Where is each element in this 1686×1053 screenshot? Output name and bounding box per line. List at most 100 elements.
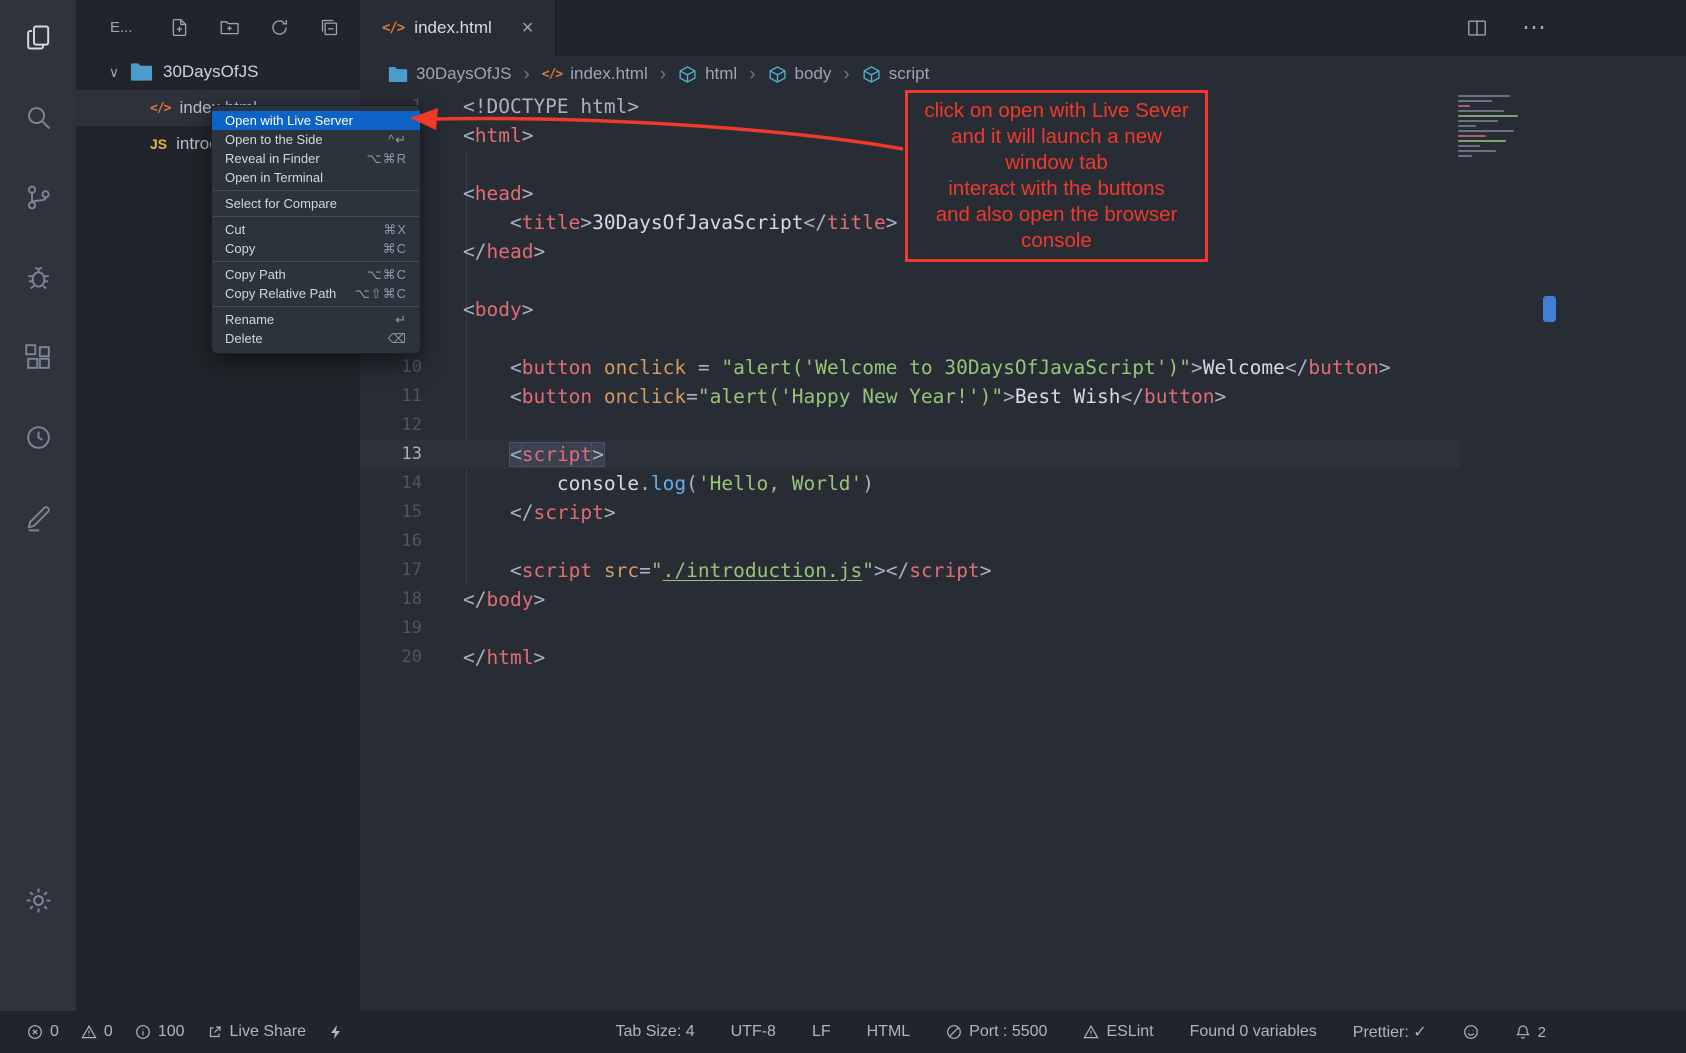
tree-folder-30daysofjs[interactable]: ∨ 30DaysOfJS xyxy=(76,54,360,90)
code-line-9[interactable]: 9 xyxy=(360,324,1460,353)
status-eslint[interactable]: ESLint xyxy=(1083,1023,1153,1041)
more-actions-icon[interactable]: ⋯ xyxy=(1522,16,1546,40)
code-token: < xyxy=(510,443,522,466)
breadcrumb-item-30daysofjs[interactable]: 30DaysOfJS xyxy=(388,64,511,84)
code-token xyxy=(463,385,510,408)
folder-icon xyxy=(130,62,153,82)
collapse-folders-icon[interactable] xyxy=(319,17,340,38)
menu-item-reveal-in-finder[interactable]: Reveal in Finder⌥⌘R xyxy=(212,149,420,168)
code-line-18[interactable]: 18</body> xyxy=(360,585,1460,614)
extensions-icon[interactable] xyxy=(23,342,54,373)
menu-item-label: Open to the Side xyxy=(225,132,323,147)
code-token: > xyxy=(1214,385,1226,408)
menu-item-delete[interactable]: Delete⌫ xyxy=(212,329,420,348)
breadcrumb-item-script[interactable]: script xyxy=(862,64,930,84)
minimap-line xyxy=(1458,155,1472,157)
code-text: console.log('Hello, World') xyxy=(422,469,874,498)
menu-item-label: Open in Terminal xyxy=(225,170,323,185)
breadcrumb-item-body[interactable]: body xyxy=(768,64,832,84)
menu-item-copy[interactable]: Copy⌘C xyxy=(212,239,420,258)
line-number: 10 xyxy=(360,353,422,382)
explorer-icon[interactable] xyxy=(23,22,54,53)
edit-pen-icon[interactable] xyxy=(23,502,54,533)
code-token xyxy=(592,356,604,379)
code-text: <body> xyxy=(422,295,533,324)
close-icon[interactable]: × xyxy=(522,18,534,38)
code-token: </ xyxy=(804,211,827,234)
code-line-8[interactable]: 8<body> xyxy=(360,295,1460,324)
tab-index-html[interactable]: </> index.html × xyxy=(360,0,556,56)
code-line-17[interactable]: 17 <script src="./introduction.js"></scr… xyxy=(360,556,1460,585)
settings-gear-icon[interactable] xyxy=(23,885,54,916)
menu-item-rename[interactable]: Rename↵ xyxy=(212,310,420,329)
split-editor-icon[interactable] xyxy=(1466,17,1488,39)
code-token: > xyxy=(604,501,616,524)
status-port-5500[interactable]: Port : 5500 xyxy=(946,1023,1047,1041)
status-tab-size-4[interactable]: Tab Size: 4 xyxy=(615,1023,694,1041)
breadcrumb-label: body xyxy=(795,64,832,84)
line-number: 20 xyxy=(360,643,422,672)
code-token xyxy=(592,385,604,408)
menu-item-open-with-live-server[interactable]: Open with Live Server xyxy=(212,111,420,130)
menu-item-copy-relative-path[interactable]: Copy Relative Path⌥⇧⌘C xyxy=(212,284,420,303)
code-token: > xyxy=(580,211,592,234)
code-token: onclick xyxy=(604,385,686,408)
run-debug-icon[interactable] xyxy=(23,262,54,293)
new-folder-icon[interactable] xyxy=(219,17,240,38)
code-line-14[interactable]: 14 console.log('Hello, World') xyxy=(360,469,1460,498)
code-token: "alert('Welcome to 30DaysOfJavaScript')" xyxy=(721,356,1191,379)
search-icon[interactable] xyxy=(23,102,54,133)
line-number: 11 xyxy=(360,382,422,411)
minimap-line xyxy=(1458,145,1480,147)
status-zap[interactable] xyxy=(328,1024,344,1040)
code-line-10[interactable]: 10 <button onclick = "alert('Welcome to … xyxy=(360,353,1460,382)
menu-item-open-in-terminal[interactable]: Open in Terminal xyxy=(212,168,420,187)
new-file-icon[interactable] xyxy=(169,17,190,38)
code-line-13[interactable]: 13 <script> xyxy=(360,440,1460,469)
code-token: = xyxy=(686,385,698,408)
status-100[interactable]: 100 xyxy=(135,1023,185,1041)
code-line-11[interactable]: 11 <button onclick="alert('Happy New Yea… xyxy=(360,382,1460,411)
source-control-icon[interactable] xyxy=(23,182,54,213)
menu-item-open-to-the-side[interactable]: Open to the Side ^↵ xyxy=(212,130,420,149)
symbol-icon xyxy=(862,65,881,84)
code-token: " xyxy=(651,559,663,582)
line-number: 13 xyxy=(360,440,422,469)
code-line-20[interactable]: 20</html> xyxy=(360,643,1460,672)
breadcrumb-item-index-html[interactable]: </>index.html xyxy=(542,64,648,84)
status-lf[interactable]: LF xyxy=(812,1023,831,1041)
menu-item-keybinding: ^↵ xyxy=(388,132,407,148)
scrollbar-marker[interactable] xyxy=(1543,296,1556,322)
code-token: title xyxy=(827,211,886,234)
menu-item-cut[interactable]: Cut⌘X xyxy=(212,220,420,239)
minimap[interactable] xyxy=(1458,95,1544,160)
status-prettier[interactable]: Prettier: ✓ xyxy=(1353,1022,1427,1042)
line-number: 17 xyxy=(360,556,422,585)
status-live-share[interactable]: Live Share xyxy=(207,1023,307,1041)
status-utf-8[interactable]: UTF-8 xyxy=(731,1023,776,1041)
code-token: < xyxy=(510,211,522,234)
code-line-12[interactable]: 12 xyxy=(360,411,1460,440)
error-icon xyxy=(27,1024,43,1040)
code-line-15[interactable]: 15 </script> xyxy=(360,498,1460,527)
status-0[interactable]: 0 xyxy=(27,1023,59,1041)
line-number: 16 xyxy=(360,527,422,556)
status-bell[interactable]: 2 xyxy=(1515,1024,1546,1041)
breadcrumb-label: 30DaysOfJS xyxy=(416,64,511,84)
timeline-clock-icon[interactable] xyxy=(23,422,54,453)
code-token: title xyxy=(522,211,581,234)
code-text xyxy=(422,527,463,556)
code-line-16[interactable]: 16 xyxy=(360,527,1460,556)
menu-item-select-for-compare[interactable]: Select for Compare xyxy=(212,194,420,213)
breadcrumb-item-html[interactable]: html xyxy=(678,64,737,84)
status-0[interactable]: 0 xyxy=(81,1023,113,1041)
tab-bar: </> index.html × ⋯ xyxy=(360,0,1686,56)
code-line-19[interactable]: 19 xyxy=(360,614,1460,643)
code-line-7[interactable]: 7 xyxy=(360,266,1460,295)
status-html[interactable]: HTML xyxy=(867,1023,911,1041)
code-token xyxy=(463,501,510,524)
status-found-0-variables[interactable]: Found 0 variables xyxy=(1190,1023,1317,1041)
menu-item-copy-path[interactable]: Copy Path⌥⌘C xyxy=(212,265,420,284)
status-smiley[interactable] xyxy=(1463,1024,1479,1040)
refresh-icon[interactable] xyxy=(269,17,290,38)
